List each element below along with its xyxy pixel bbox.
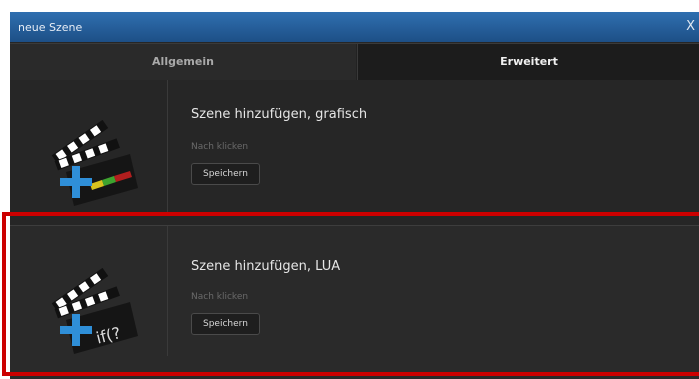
tab-bar: Allgemein Erweitert bbox=[10, 43, 699, 81]
row-hint: Nach klicken bbox=[191, 292, 249, 302]
clapperboard-add-lua-icon: if(? bbox=[44, 258, 144, 358]
tab-allgemein[interactable]: Allgemein bbox=[10, 44, 356, 80]
row-divider bbox=[167, 226, 168, 356]
row-title: Szene hinzufügen, LUA bbox=[191, 259, 341, 274]
clapperboard-add-graphic-icon bbox=[44, 110, 144, 210]
row-divider bbox=[167, 80, 168, 214]
dialog-titlebar[interactable]: neue Szene X bbox=[10, 12, 699, 42]
dialog-title: neue Szene bbox=[18, 21, 83, 34]
scene-dialog: neue Szene X Allgemein Erweitert Szene h… bbox=[10, 12, 699, 379]
save-button[interactable]: Speichern bbox=[191, 313, 260, 335]
add-scene-lua-row: if(? Szene hinzufügen, LUA Nach klicken … bbox=[10, 225, 699, 379]
save-button[interactable]: Speichern bbox=[191, 163, 260, 185]
row-title: Szene hinzufügen, grafisch bbox=[191, 107, 368, 122]
row-hint: Nach klicken bbox=[191, 142, 249, 152]
tab-erweitert[interactable]: Erweitert bbox=[357, 44, 699, 80]
add-scene-graphic-row: Szene hinzufügen, grafisch Nach klicken … bbox=[10, 80, 699, 214]
close-button[interactable]: X bbox=[686, 19, 695, 34]
